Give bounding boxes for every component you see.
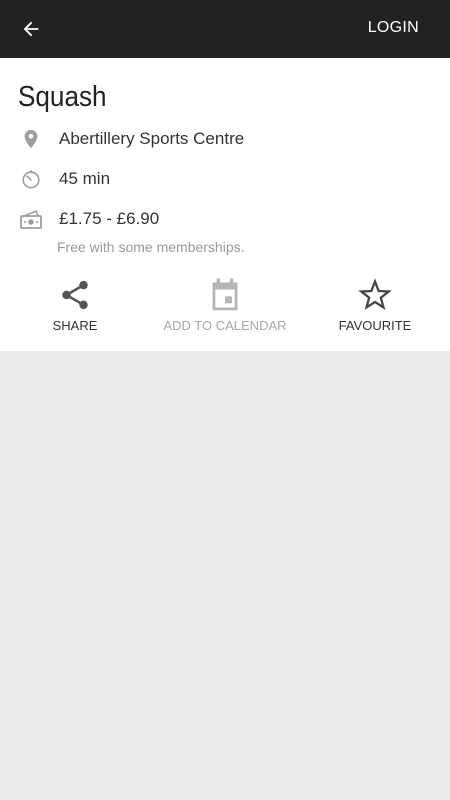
price-text: £1.75 - £6.90 [59, 209, 160, 228]
login-button[interactable]: LOGIN [368, 19, 419, 37]
add-to-calendar-label: ADD TO CALENDAR [163, 318, 287, 333]
location-row: Abertillery Sports Centre [0, 122, 450, 154]
back-button[interactable] [12, 11, 50, 47]
action-bar: SHARE ADD TO CALENDAR FAVOURITE [0, 276, 450, 342]
share-label: SHARE [52, 318, 98, 333]
calendar-icon [207, 277, 243, 313]
price-note: Free with some memberships. [57, 239, 245, 255]
activity-card: Squash Abertillery Sports Centre 45 min [0, 58, 450, 351]
duration-row: 45 min [0, 162, 450, 194]
add-to-calendar-button[interactable]: ADD TO CALENDAR [150, 276, 300, 342]
timer-icon [18, 166, 44, 192]
duration-text: 45 min [59, 169, 111, 188]
favourite-label: FAVOURITE [338, 318, 412, 333]
share-button[interactable]: SHARE [0, 276, 150, 342]
money-icon [18, 206, 44, 232]
activity-title: Squash [18, 81, 107, 113]
star-outline-icon [357, 277, 393, 313]
location-text: Abertillery Sports Centre [59, 129, 245, 148]
share-icon [57, 277, 93, 313]
location-pin-icon [18, 126, 44, 152]
favourite-button[interactable]: FAVOURITE [300, 276, 450, 342]
price-row: £1.75 - £6.90 [0, 202, 450, 234]
arrow-left-icon [23, 21, 39, 37]
top-app-bar: LOGIN [0, 0, 450, 58]
